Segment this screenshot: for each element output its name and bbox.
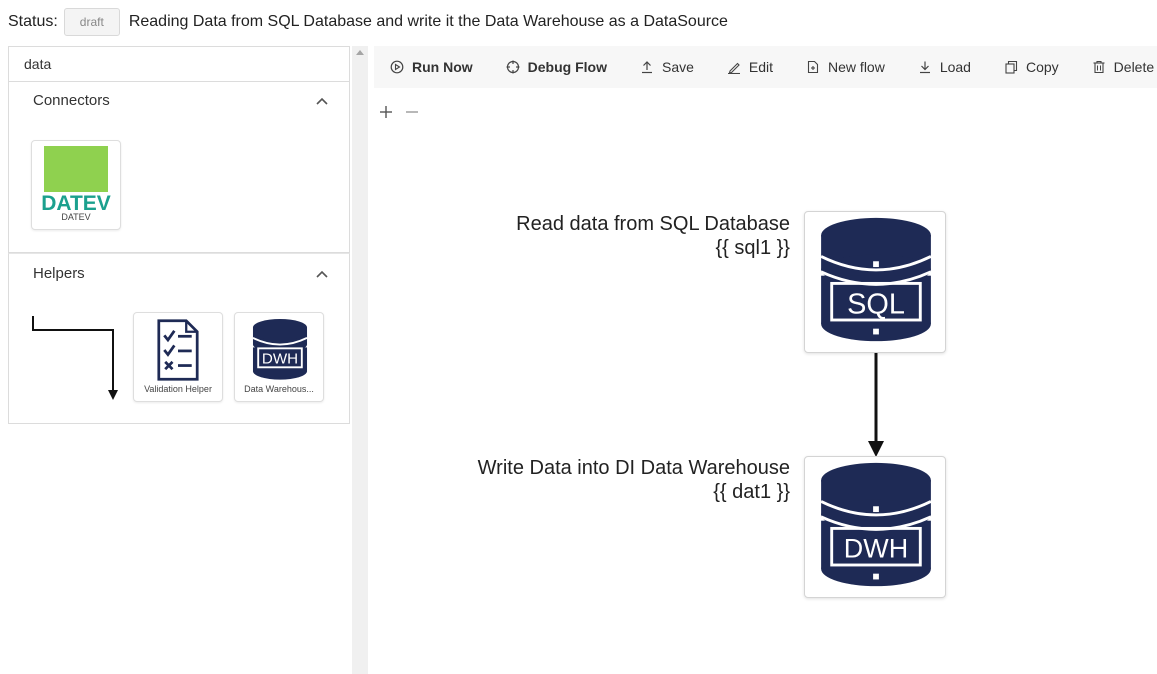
run-now-label: Run Now <box>412 59 473 75</box>
dwh-database-icon: DWH <box>820 462 932 587</box>
load-label: Load <box>939 59 971 75</box>
zoom-in-icon[interactable] <box>378 104 394 120</box>
helpers-panel-title: Helpers <box>33 265 85 282</box>
download-icon <box>919 61 930 74</box>
sql-icon-text: SQL <box>847 288 905 320</box>
helpers-panel: Helpers Validation Helper DWH Data Wareh… <box>8 253 350 424</box>
new-flow-button[interactable]: New flow <box>806 46 885 88</box>
flow-connection-arrow[interactable] <box>866 353 886 463</box>
new-flow-label: New flow <box>828 59 885 75</box>
connectors-panel-header[interactable]: Connectors <box>9 82 349 120</box>
delete-button[interactable]: Delete <box>1092 46 1154 88</box>
debug-icon <box>506 60 520 74</box>
chevron-up-icon[interactable] <box>315 94 329 108</box>
dwh-node-title: Write Data into DI Data Warehouse <box>477 457 790 479</box>
helpers-panel-header[interactable]: Helpers <box>9 254 349 292</box>
search-input[interactable] <box>9 47 349 81</box>
flow-arrow-icon[interactable] <box>29 312 129 402</box>
run-now-button[interactable]: Run Now <box>390 46 473 88</box>
edit-label: Edit <box>748 59 774 75</box>
save-button[interactable]: Save <box>640 46 694 88</box>
status-bar: Status: draft Reading Data from SQL Data… <box>0 0 1157 44</box>
play-icon <box>390 60 404 74</box>
checklist-icon <box>157 319 199 381</box>
sql-node-label: Read data from SQL Database {{ sql1 }} <box>430 212 790 260</box>
delete-label: Delete <box>1113 59 1155 75</box>
dwh-icon-text: DWH <box>844 533 908 563</box>
pencil-icon <box>727 62 740 74</box>
dwh-node-label: Write Data into DI Data Warehouse {{ dat… <box>430 456 790 504</box>
tile-caption: DATEV <box>61 212 91 222</box>
copy-icon <box>1005 60 1018 74</box>
search-box <box>8 46 350 82</box>
helper-tile-validation[interactable]: Validation Helper <box>133 312 223 402</box>
zoom-out-icon[interactable] <box>404 104 420 120</box>
dwh-node[interactable]: DWH <box>804 456 946 598</box>
debug-flow-label: Debug Flow <box>527 59 607 75</box>
sql-database-icon: SQL <box>820 217 932 342</box>
upload-icon <box>641 61 652 74</box>
chevron-up-icon[interactable] <box>315 267 329 281</box>
sql-node-variable: {{ sql1 }} <box>715 237 790 259</box>
dwh-icon-text: DWH <box>262 351 298 368</box>
save-label: Save <box>661 59 694 75</box>
trash-icon <box>1093 60 1105 74</box>
datev-logo <box>44 146 108 192</box>
debug-flow-button[interactable]: Debug Flow <box>506 46 607 88</box>
helper-tile-data-warehouse[interactable]: DWH Data Warehous... <box>234 312 324 402</box>
component-sidebar: Connectors DATEV DATEV Helpers <box>8 46 350 424</box>
copy-button[interactable]: Copy <box>1004 46 1059 88</box>
zoom-controls <box>378 104 420 120</box>
connectors-panel: Connectors DATEV DATEV <box>8 82 350 253</box>
dwh-node-variable: {{ dat1 }} <box>713 481 790 503</box>
copy-label: Copy <box>1025 59 1059 75</box>
tile-caption: Data Warehous... <box>244 384 314 394</box>
new-file-icon <box>807 60 819 74</box>
scroll-up-arrow-icon[interactable] <box>356 50 364 55</box>
edit-button[interactable]: Edit <box>727 46 773 88</box>
status-badge: draft <box>63 8 120 36</box>
sql-node-title: Read data from SQL Database <box>516 213 790 235</box>
flow-canvas[interactable]: Read data from SQL Database {{ sql1 }} S… <box>370 88 1157 674</box>
flow-title[interactable]: Reading Data from SQL Database and write… <box>129 13 728 31</box>
connector-tile-datev[interactable]: DATEV DATEV <box>31 140 121 230</box>
load-button[interactable]: Load <box>918 46 971 88</box>
dwh-database-icon: DWH <box>252 318 308 380</box>
tile-caption: Validation Helper <box>144 384 212 394</box>
sidebar-scrollbar[interactable] <box>352 46 368 674</box>
sql-node[interactable]: SQL <box>804 211 946 353</box>
connectors-panel-title: Connectors <box>33 92 110 109</box>
toolbar: Run Now Debug Flow Save Edit New flow Lo… <box>374 46 1157 88</box>
status-label: Status: <box>8 13 58 30</box>
